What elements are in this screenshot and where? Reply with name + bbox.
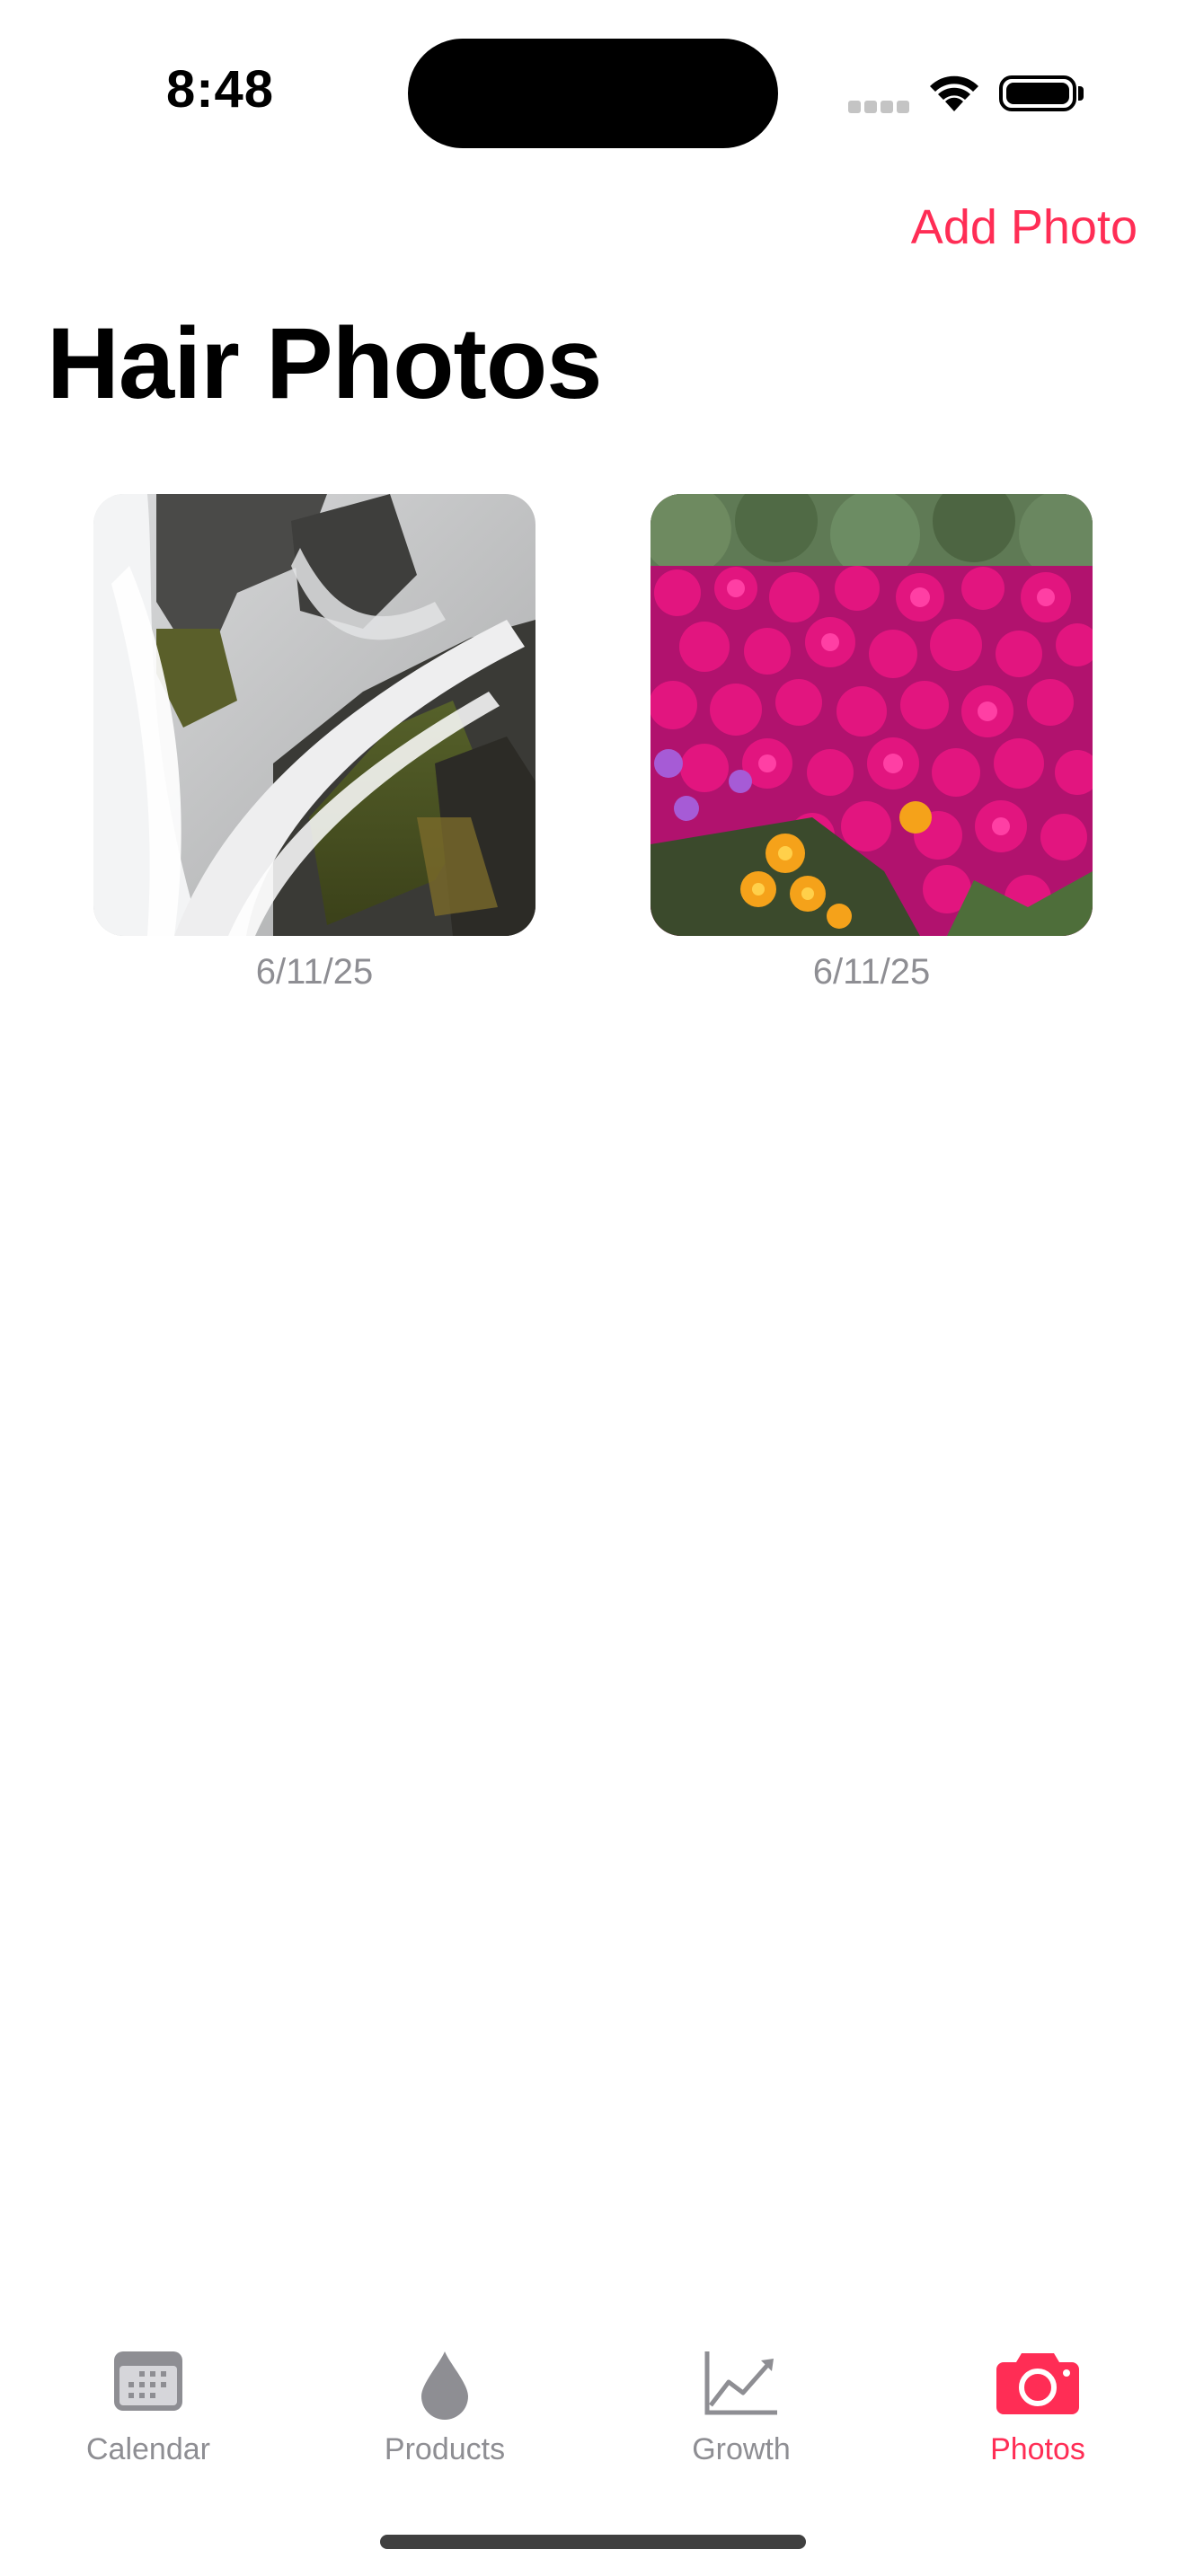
calendar-icon <box>112 2350 184 2417</box>
tab-products[interactable]: Products <box>296 2326 593 2488</box>
chart-line-icon <box>704 2350 779 2421</box>
cellular-signal-icon <box>848 101 909 113</box>
status-time: 8:48 <box>165 60 275 119</box>
tab-photos[interactable]: Photos <box>890 2326 1186 2488</box>
photo-date: 6/11/25 <box>255 952 374 992</box>
photo-card[interactable]: 6/11/25 <box>93 494 535 992</box>
tab-label: Calendar <box>86 2432 210 2466</box>
battery-icon <box>999 75 1076 111</box>
battery-tip <box>1078 86 1084 101</box>
waterfall-photo[interactable] <box>93 494 535 936</box>
dynamic-island <box>408 39 778 148</box>
home-indicator[interactable] <box>380 2535 806 2549</box>
tab-label: Photos <box>990 2432 1085 2466</box>
tab-label: Growth <box>692 2432 791 2466</box>
tab-bar: Calendar Products Growth Photos <box>0 2326 1186 2506</box>
wifi-icon <box>927 72 981 118</box>
flowers-photo[interactable] <box>651 494 1093 936</box>
drop-icon <box>418 2350 472 2426</box>
photo-date: 6/11/25 <box>812 952 931 992</box>
page-title: Hair Photos <box>47 307 603 419</box>
photo-card[interactable]: 6/11/25 <box>651 494 1093 992</box>
tab-calendar[interactable]: Calendar <box>0 2326 296 2488</box>
tab-growth[interactable]: Growth <box>593 2326 890 2488</box>
tab-label: Products <box>384 2432 506 2466</box>
add-photo-button[interactable]: Add Photo <box>911 199 1137 255</box>
camera-icon <box>995 2350 1081 2421</box>
